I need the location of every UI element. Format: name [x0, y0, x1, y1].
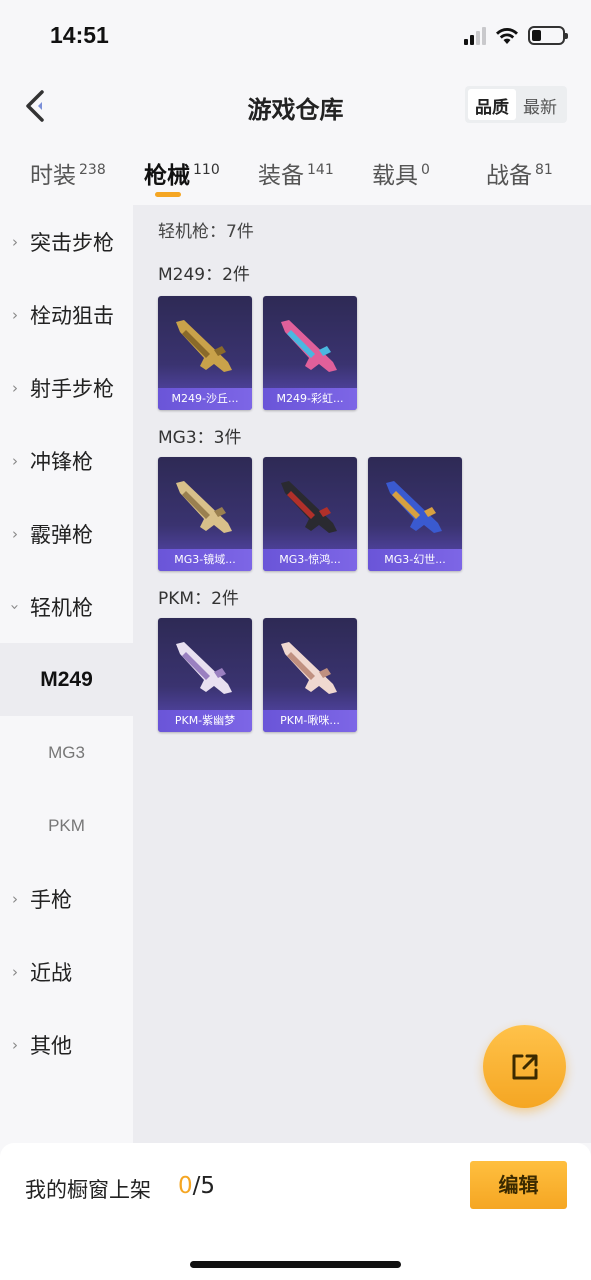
tab-label: 枪械 [144, 163, 190, 189]
sidebar-item-label: 射手步枪 [30, 376, 114, 401]
tab-label: 载具 [372, 163, 418, 189]
chevron-right-icon: › [12, 232, 18, 251]
share-icon [512, 1054, 537, 1079]
item-name: MG3-幻世... [368, 549, 462, 571]
tab-vehicles[interactable]: 载具 0 [372, 156, 430, 190]
group-title: MG3：3件 [158, 428, 242, 448]
sidebar-item-shotgun[interactable]: › 霰弹枪 [0, 497, 133, 570]
wifi-icon [496, 27, 518, 44]
sort-newest-button[interactable]: 最新 [516, 89, 564, 120]
weapon-icon [281, 320, 337, 372]
tab-label: 装备 [258, 163, 304, 189]
chevron-right-icon: › [12, 524, 18, 543]
tab-count: 141 [307, 162, 334, 179]
tab-firearms[interactable]: 枪械 110 [144, 156, 220, 190]
status-icons [464, 26, 568, 45]
share-button[interactable] [483, 1025, 566, 1108]
showcase-max: 5 [200, 1173, 216, 1199]
item-name: M249-沙丘... [158, 388, 252, 410]
sidebar-item-label: 手枪 [30, 887, 72, 912]
item-card[interactable]: MG3-幻世... [368, 457, 462, 571]
item-name: PKM-紫幽梦 [158, 710, 252, 732]
item-card[interactable]: M249-彩虹... [263, 296, 357, 410]
group-title: PKM：2件 [158, 589, 239, 609]
weapon-icon [176, 320, 232, 372]
tab-count: 0 [421, 162, 430, 179]
tab-fashion[interactable]: 时装 238 [30, 156, 106, 190]
home-indicator [190, 1261, 401, 1268]
weapon-icon [176, 481, 232, 533]
sidebar-item-label: 霰弹枪 [30, 522, 93, 547]
sidebar-item-pistol[interactable]: › 手枪 [0, 862, 133, 935]
bottom-bar: 我的橱窗上架 0/5 编辑 [0, 1143, 591, 1280]
edit-button[interactable]: 编辑 [470, 1161, 567, 1209]
item-card[interactable]: PKM-啾咪... [263, 618, 357, 732]
weapon-icon [281, 481, 337, 533]
sidebar-item-bolt-sniper[interactable]: › 栓动狙击 [0, 278, 133, 351]
status-bar: 14:51 [0, 0, 591, 74]
sidebar-item-label: 冲锋枪 [30, 449, 93, 474]
battery-level [532, 30, 541, 41]
weapon-icon [176, 642, 232, 694]
sidebar-item-assault-rifle[interactable]: › 突击步枪 [0, 205, 133, 278]
sidebar: › 突击步枪 › 栓动狙击 › 射手步枪 › 冲锋枪 › 霰弹枪 › 轻机枪 M… [0, 205, 133, 1143]
tab-supplies[interactable]: 战备 81 [486, 156, 553, 190]
showcase-label: 我的橱窗上架 [25, 1178, 151, 1202]
item-name: M249-彩虹... [263, 388, 357, 410]
nav-bar: 游戏仓库 品质 最新 [0, 74, 591, 136]
section-title: 轻机枪：7件 [158, 222, 254, 242]
item-name: MG3-惊鸿... [263, 549, 357, 571]
tab-count: 110 [193, 162, 220, 179]
chevron-right-icon: › [12, 962, 18, 981]
sidebar-item-label: 突击步枪 [30, 230, 114, 255]
chevron-right-icon: › [12, 1035, 18, 1054]
sidebar-item-label: 轻机枪 [30, 595, 93, 620]
active-tab-indicator [155, 192, 181, 197]
chevron-right-icon: › [12, 889, 18, 908]
sidebar-item-label: 其他 [30, 1033, 72, 1058]
sidebar-item-melee[interactable]: › 近战 [0, 935, 133, 1008]
chevron-right-icon: › [12, 378, 18, 397]
item-card[interactable]: MG3-镜域... [158, 457, 252, 571]
sidebar-item-other[interactable]: › 其他 [0, 1008, 133, 1081]
tab-count: 81 [535, 162, 553, 179]
sidebar-item-lmg[interactable]: › 轻机枪 [0, 570, 133, 643]
tab-equipment[interactable]: 装备 141 [258, 156, 334, 190]
sort-quality-button[interactable]: 品质 [468, 89, 516, 120]
item-card[interactable]: PKM-紫幽梦 [158, 618, 252, 732]
group-title: M249：2件 [158, 265, 250, 285]
sidebar-subitem-m249[interactable]: M249 [0, 643, 133, 716]
showcase-count: 0/5 [178, 1173, 215, 1199]
status-time: 14:51 [50, 22, 109, 48]
sidebar-item-marksman-rifle[interactable]: › 射手步枪 [0, 351, 133, 424]
cellular-signal-icon [464, 26, 486, 45]
tab-count: 238 [79, 162, 106, 179]
category-tabs: 时装 238 枪械 110 装备 141 载具 0 战备 81 [0, 148, 591, 204]
sidebar-item-smg[interactable]: › 冲锋枪 [0, 424, 133, 497]
chevron-down-icon: › [6, 603, 24, 610]
weapon-icon [386, 481, 442, 533]
tab-label: 时装 [30, 163, 76, 189]
item-card[interactable]: M249-沙丘... [158, 296, 252, 410]
item-card[interactable]: MG3-惊鸿... [263, 457, 357, 571]
item-name: MG3-镜域... [158, 549, 252, 571]
sort-toggle: 品质 最新 [465, 86, 567, 123]
sidebar-subitem-pkm[interactable]: PKM [0, 789, 133, 862]
chevron-right-icon: › [12, 305, 18, 324]
tab-label: 战备 [486, 163, 532, 189]
battery-icon [528, 26, 568, 45]
showcase-current: 0 [178, 1173, 193, 1199]
sidebar-subitem-mg3[interactable]: MG3 [0, 716, 133, 789]
sidebar-item-label: 栓动狙击 [30, 303, 114, 328]
weapon-icon [281, 642, 337, 694]
sidebar-item-label: 近战 [30, 960, 72, 985]
item-name: PKM-啾咪... [263, 710, 357, 732]
chevron-right-icon: › [12, 451, 18, 470]
item-grid-panel: 轻机枪：7件 M249：2件 M249-沙丘... M249-彩虹... MG3… [133, 205, 591, 1143]
